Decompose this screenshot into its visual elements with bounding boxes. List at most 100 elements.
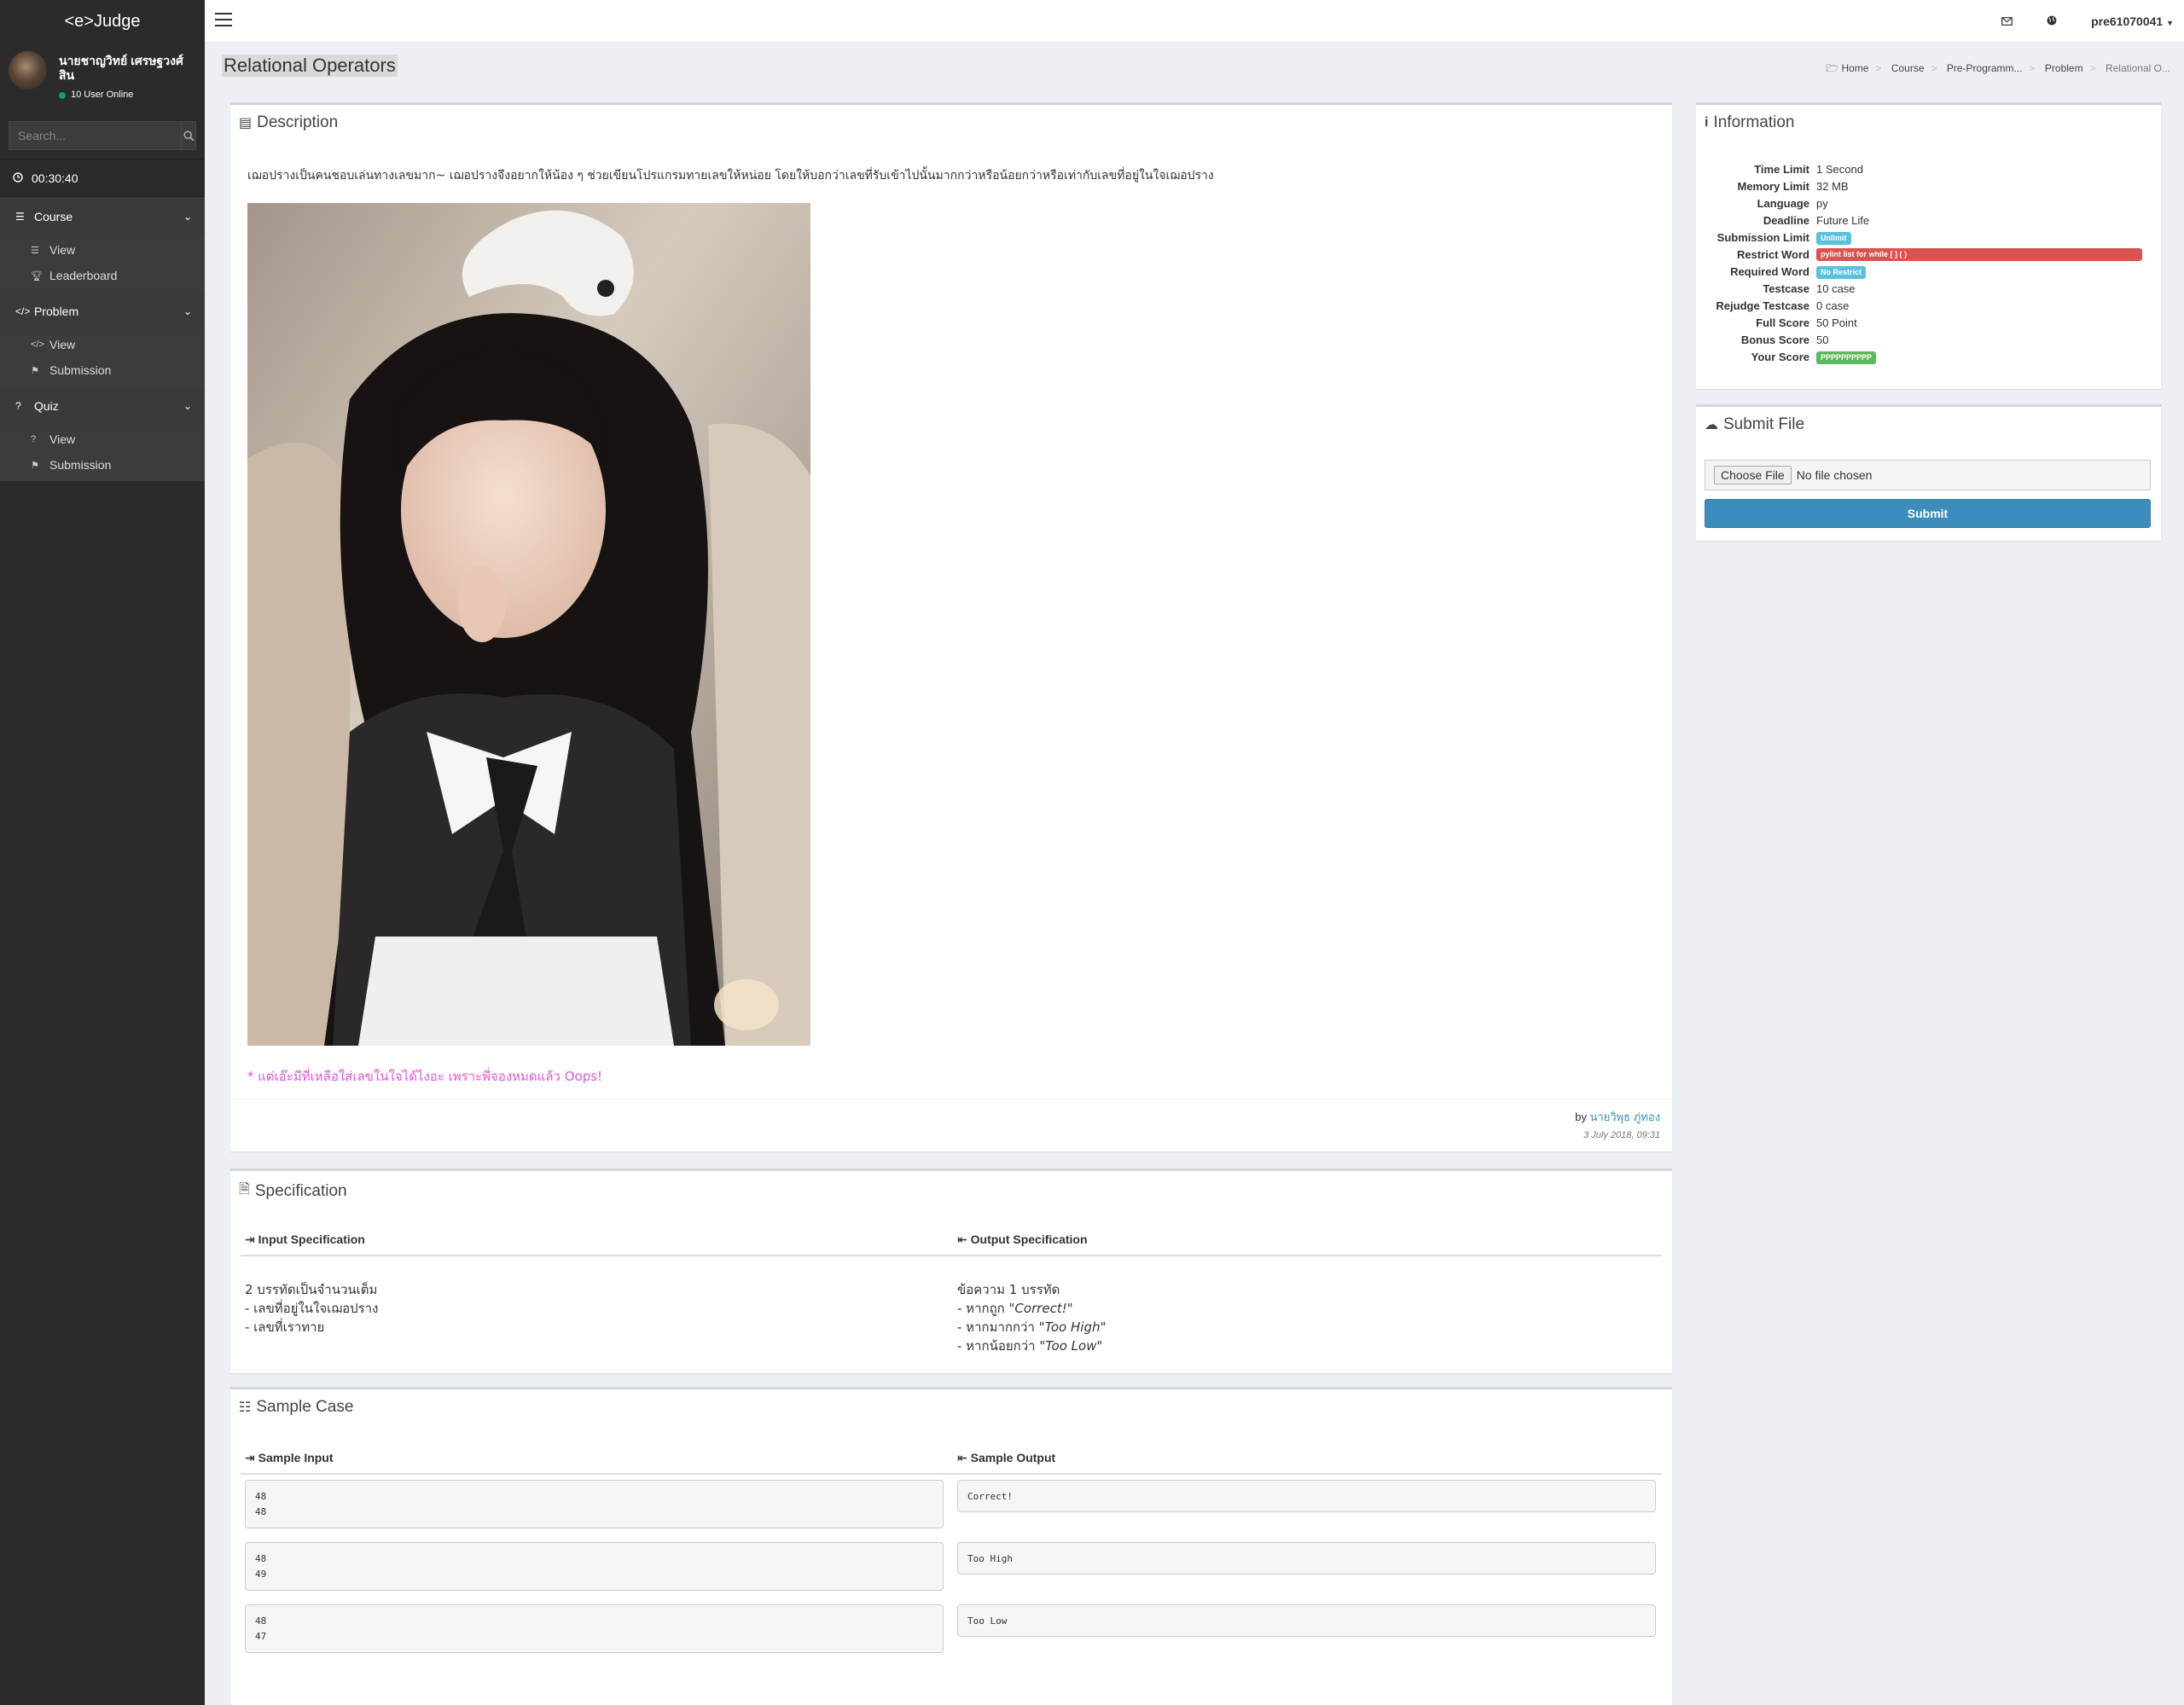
sample-output-1: Correct! (957, 1480, 1656, 1512)
sidebar-item-problem-submission[interactable]: ⚑ Submission (0, 357, 205, 383)
user-menu[interactable]: pre61070041 ▼ (2091, 14, 2174, 28)
description-text: เฌอปรางเป็นคนชอบเล่นทางเลขมาก~ เฌอปรางจึ… (247, 169, 1214, 183)
info-key: Rejudge Testcase (1716, 299, 1809, 312)
choose-file-button[interactable]: Choose File (1714, 466, 1792, 484)
input-spec-heading: ⇥ Input Specification (245, 1232, 365, 1247)
sidebar-item-quiz-submission[interactable]: ⚑ Submission (0, 452, 205, 478)
flag-icon: ⚑ (31, 460, 39, 471)
submenu-quiz: ? View ⚑ Submission (0, 425, 205, 481)
output-spec-line: - หากน้อยกว่า "Too Low" (957, 1337, 1106, 1355)
sidebar-item-course-view[interactable]: ☰ View (0, 237, 205, 263)
breadcrumb-course[interactable]: Course (1891, 62, 1925, 74)
input-spec-line: 2 บรรทัดเป็นจำนวนเต็ม (245, 1282, 378, 1297)
info-key: Submission Limit (1716, 230, 1809, 244)
envelope-icon[interactable] (2001, 14, 2013, 28)
search-button[interactable] (181, 122, 195, 149)
info-value: 32 MB (1816, 179, 1849, 193)
info-row: Time Limit 1 Second (1696, 160, 2161, 177)
search-icon (183, 130, 195, 142)
output-spec-text: ข้อความ 1 บรรทัด - หากถูก "Correct!" - ห… (957, 1280, 1106, 1355)
author-link[interactable]: นายวิพุธ ภู่ทอง (1589, 1111, 1660, 1123)
file-status: No file chosen (1796, 468, 1873, 482)
info-value: 1 Second (1816, 162, 1863, 176)
menu-problem-label: Problem (34, 304, 79, 318)
sidebar-toggle-icon[interactable] (215, 13, 232, 31)
sign-in-icon: ⇥ (245, 1451, 255, 1464)
information-box: i Information Time Limit 1 Second Memory L… (1696, 102, 2161, 389)
globe-icon[interactable] (2047, 14, 2057, 28)
output-spec-line: - หากมากกว่า "Too High" (957, 1318, 1106, 1337)
list-icon: ☰ (31, 245, 39, 256)
avatar (9, 51, 47, 90)
folder-icon: 🗁 (1826, 62, 1839, 74)
trophy-icon: 🏆︎ (31, 270, 43, 281)
search-input[interactable] (9, 122, 181, 149)
info-row: Memory Limit 32 MB (1696, 177, 2161, 194)
flag-icon: ⚑ (31, 365, 39, 376)
sample-input-heading: ⇥ Sample Input (245, 1451, 334, 1465)
sign-out-icon: ⇤ (957, 1451, 967, 1464)
description-box: ▤ Description เฌอปรางเป็นคนชอบเล่นทางเลขม… (230, 102, 1672, 1151)
menu-quiz[interactable]: ? Quiz ⌄ (0, 386, 205, 425)
output-case-prefix: - หากมากกว่า (957, 1319, 1039, 1335)
submit-title: Submit File (1723, 415, 1805, 433)
online-dot-icon (59, 91, 66, 99)
menu-course[interactable]: ☰ Course ⌄ (0, 197, 205, 235)
info-key: Language (1757, 196, 1809, 210)
info-row: Restrict Word pylint list for while [ ] (… (1696, 246, 2161, 263)
post-date: 3 July 2018, 09:31 (1583, 1130, 1660, 1140)
sample-output-2: Too High (957, 1542, 1656, 1575)
sidebar-item-leaderboard[interactable]: 🏆︎ Leaderboard (0, 263, 205, 288)
info-key: Full Score (1756, 316, 1809, 329)
restrict-word-badge: pylint list for while [ ] ( ) (1816, 247, 2142, 261)
menu-problem[interactable]: </> Problem ⌄ (0, 292, 205, 330)
problem-note: * แต่เอ๊ะมีที่เหลือใส่เลขในใจได้ไงอะ เพร… (247, 1069, 603, 1084)
list-ol-icon: ☷ (239, 1401, 252, 1415)
output-case-value: "Too High" (1038, 1319, 1107, 1335)
sample-input-2: 48 49 (245, 1542, 944, 1591)
countdown-timer: 00:30:40 (0, 159, 205, 197)
info-value: 50 Point (1816, 316, 1857, 329)
sidebar-search (9, 121, 196, 150)
user-panel: นายชาญวิทย์ เศรษฐวงศ์สิน 10 User Online (0, 43, 205, 113)
code-icon: </> (31, 339, 44, 350)
output-case-value: "Too Low" (1039, 1338, 1103, 1354)
input-spec-line: - เลขที่อยู่ในใจเฌอปราง (245, 1301, 379, 1316)
sidebar-item-label: Leaderboard (49, 269, 118, 282)
info-row: Your Score PPPPPPPPPP (1696, 348, 2161, 365)
sign-in-icon: ⇥ (245, 1232, 255, 1246)
breadcrumb-home[interactable]: Home (1841, 62, 1868, 74)
file-input[interactable]: Choose File No file chosen (1705, 460, 2151, 490)
sidebar-item-problem-view[interactable]: </> View (0, 332, 205, 357)
output-spec-line: - หากถูก "Correct!" (957, 1299, 1106, 1318)
submit-file-box: ☁ Submit File Choose File No file chosen … (1696, 404, 2161, 541)
list-alt-icon: ▤ (239, 116, 253, 130)
info-value: Future Life (1816, 213, 1870, 227)
input-spec-text: 2 บรรทัดเป็นจำนวนเต็ม - เลขที่อยู่ในใจเฌ… (245, 1280, 378, 1337)
list-icon: ☰ (15, 210, 25, 223)
output-spec-line: ข้อความ 1 บรรทัด (957, 1282, 1060, 1297)
output-spec-label: Output Specification (970, 1232, 1088, 1246)
information-title: Information (1713, 113, 1795, 131)
info-key: Memory Limit (1737, 179, 1809, 193)
online-count: 10 User Online (71, 90, 134, 100)
description-title: Description (257, 113, 339, 131)
page-title: Relational Operators (222, 55, 398, 77)
question-icon: ? (31, 434, 37, 444)
input-spec-line: - เลขที่เราทาย (245, 1319, 325, 1335)
breadcrumb-problem[interactable]: Problem (2045, 62, 2083, 74)
online-status: 10 User Online (59, 88, 196, 102)
cloud-upload-icon: ☁ (1705, 418, 1718, 432)
info-row: Submission Limit Unlimit (1696, 229, 2161, 246)
app-logo[interactable]: <e>Judge (0, 0, 205, 43)
sidebar-item-quiz-view[interactable]: ? View (0, 426, 205, 452)
sidebar: <e>Judge นายชาญวิทย์ เศรษฐวงศ์สิน 10 Use… (0, 0, 205, 1705)
output-case-prefix: - หากถูก (957, 1301, 1009, 1316)
submit-button[interactable]: Submit (1705, 499, 2151, 528)
breadcrumb-course-name[interactable]: Pre-Programm... (1947, 62, 2023, 74)
submenu-problem: </> View ⚑ Submission (0, 330, 205, 386)
sign-out-icon: ⇤ (957, 1232, 967, 1246)
info-key: Restrict Word (1737, 247, 1809, 261)
menu-course-label: Course (34, 209, 73, 223)
chevron-down-icon: ⌄ (183, 399, 192, 412)
